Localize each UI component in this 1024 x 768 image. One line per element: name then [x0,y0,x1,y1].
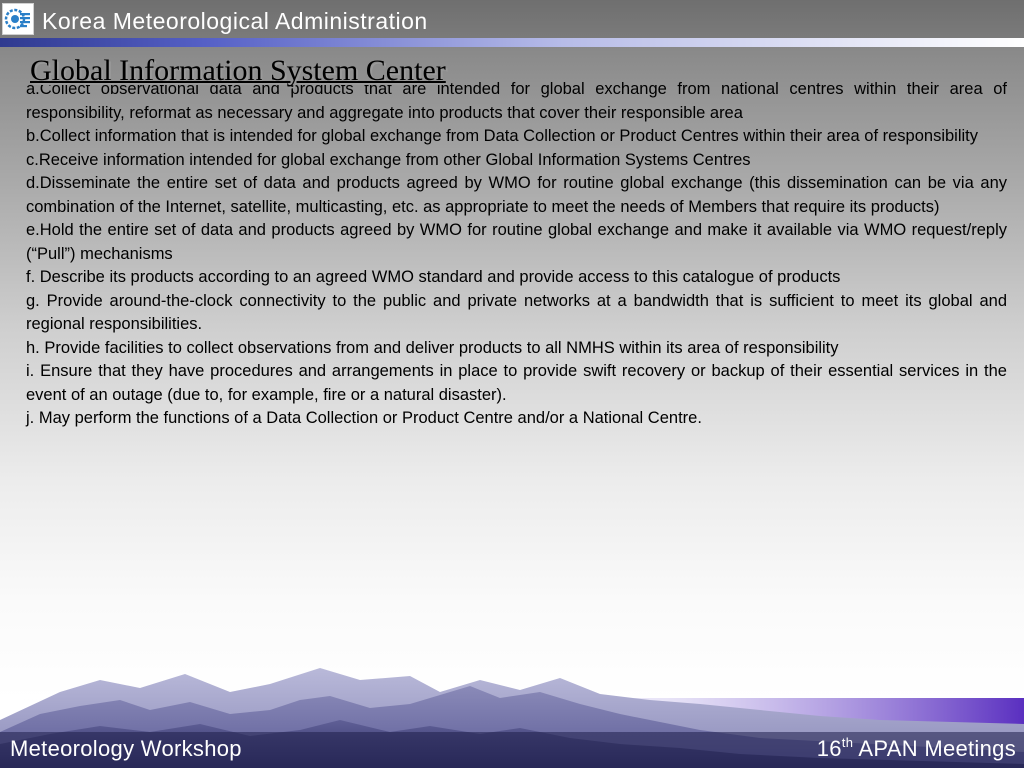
list-item: h. Provide facilities to collect observa… [26,338,839,357]
list-item: i. Ensure that they have procedures and … [26,362,1007,404]
list-item: g. Provide around-the-clock connectivity… [26,291,1007,334]
slide-content: a.Collect observational data and product… [26,78,1007,431]
meeting-label: APAN Meetings [853,736,1016,761]
list-item: j. May perform the functions of a Data C… [26,409,702,427]
header-divider [0,38,1024,47]
list-item: b.Collect information that is intended f… [26,127,978,145]
footer-event-name: Meteorology Workshop [10,736,242,761]
slide: Korea Meteorological Administration Glob… [0,0,1024,768]
meeting-number: 16 [816,736,842,761]
list-item: d.Disseminate the entire set of data and… [26,174,1007,216]
list-item: e.Hold the entire set of data and produc… [26,221,1007,263]
slide-title: Global Information System Center [30,54,446,87]
header-bar: Korea Meteorological Administration [0,0,1024,40]
kma-logo-icon [2,3,34,35]
organization-name: Korea Meteorological Administration [42,8,428,34]
meeting-ordinal: th [841,735,854,750]
list-item: f. Describe its products according to an… [26,268,841,286]
footer-meeting-name: 16th APAN Meetings [817,735,1016,763]
list-item: c.Receive information intended for globa… [26,150,751,169]
